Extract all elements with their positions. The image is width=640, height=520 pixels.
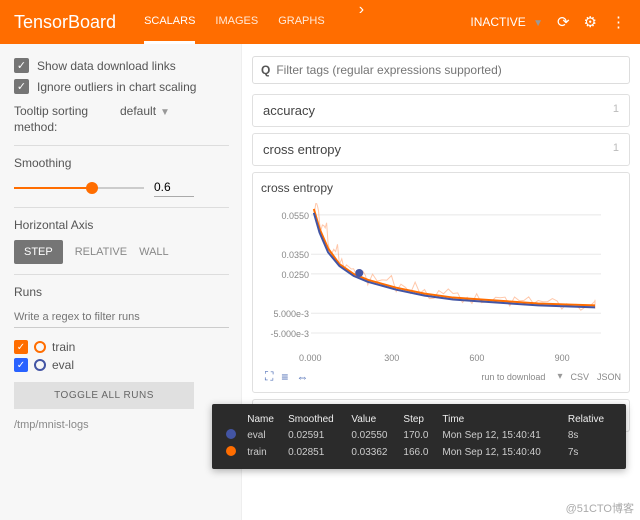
settings-icon[interactable]: ⚙ <box>584 13 597 31</box>
horiz-axis-label: Horizontal Axis <box>14 218 229 232</box>
panel-accuracy[interactable]: accuracy1 <box>252 94 630 127</box>
series-dot-icon <box>226 446 236 456</box>
chart-plot[interactable]: -5.000e-35.000e-30.02500.03500.05500.000… <box>261 197 601 367</box>
ignore-outliers-row[interactable]: ✓ Ignore outliers in chart scaling <box>14 79 229 94</box>
tooltip-row: eval0.02591 0.02550170.0 Mon Sep 12, 15:… <box>222 427 616 444</box>
chart-svg <box>311 201 601 351</box>
app-title: TensorBoard <box>14 12 116 33</box>
show-downloads-row[interactable]: ✓ Show data download links <box>14 58 229 73</box>
tooltip-sort-row: Tooltip sorting method: default▼ <box>14 104 229 135</box>
sidebar: ✓ Show data download links ✓ Ignore outlie… <box>0 44 242 520</box>
run-name: eval <box>52 358 74 372</box>
app-header: TensorBoard SCALARS IMAGES GRAPHS › INAC… <box>0 0 640 44</box>
dots-icon[interactable]: ⋮ <box>611 13 626 31</box>
runs-label: Runs <box>14 285 229 299</box>
reload-icon[interactable]: ⟳ <box>557 13 570 31</box>
run-radio[interactable] <box>34 359 46 371</box>
chart-title: cross entropy <box>261 181 621 195</box>
run-row-train: ✓ train <box>14 340 229 354</box>
run-checkbox[interactable]: ✓ <box>14 340 28 354</box>
horiz-axis-buttons: STEP RELATIVE WALL <box>14 240 229 264</box>
smoothing-label: Smoothing <box>14 156 229 170</box>
tab-images[interactable]: IMAGES <box>215 1 258 44</box>
json-link[interactable]: JSON <box>597 372 621 382</box>
show-downloads-label: Show data download links <box>37 59 176 73</box>
tooltip-table: NameSmoothed ValueStep TimeRelative eval… <box>222 412 616 461</box>
tab-graphs[interactable]: GRAPHS <box>278 1 324 44</box>
tab-scalars[interactable]: SCALARS <box>144 1 195 44</box>
log-path: /tmp/mnist-logs <box>14 419 229 431</box>
panel-cross-entropy[interactable]: cross entropy1 <box>252 133 630 166</box>
header-tabs: SCALARS IMAGES GRAPHS › <box>144 1 364 44</box>
run-row-eval: ✓ eval <box>14 358 229 372</box>
run-radio[interactable] <box>34 341 46 353</box>
tooltip-sort-label: Tooltip sorting method: <box>14 104 104 135</box>
horiz-wall-button[interactable]: WALL <box>139 246 169 258</box>
run-name: train <box>52 340 75 354</box>
chart-card: cross entropy -5.000e-35.000e-30.02500.0… <box>252 172 630 393</box>
series-dot-icon <box>226 429 236 439</box>
checkbox-icon: ✓ <box>14 79 29 94</box>
search-icon: Q <box>261 63 270 77</box>
chart-controls: ⛶ ≡ ⇔ run to download ▾ CSV JSON <box>261 369 621 384</box>
header-right: INACTIVE ▼ ⟳ ⚙ ⋮ <box>470 13 626 31</box>
tooltip-header-row: NameSmoothed ValueStep TimeRelative <box>222 412 616 427</box>
chart-tooltip: NameSmoothed ValueStep TimeRelative eval… <box>212 404 626 469</box>
horiz-relative-button[interactable]: RELATIVE <box>75 246 127 258</box>
ignore-outliers-label: Ignore outliers in chart scaling <box>37 80 196 94</box>
watermark: @51CTO博客 <box>566 500 634 516</box>
horiz-step-button[interactable]: STEP <box>14 240 63 264</box>
smoothing-slider[interactable] <box>14 181 144 195</box>
tooltip-sort-select[interactable]: default▼ <box>120 104 170 118</box>
csv-link[interactable]: CSV <box>570 372 589 382</box>
tag-filter[interactable]: Q <box>252 56 630 84</box>
tag-filter-input[interactable] <box>276 63 621 77</box>
divider <box>14 145 229 146</box>
inactive-dropdown[interactable]: INACTIVE ▼ <box>470 15 543 29</box>
divider <box>14 274 229 275</box>
resize-icon[interactable]: ⇔ <box>296 370 308 384</box>
chevron-down-icon[interactable]: ▾ <box>557 371 562 382</box>
runs-filter-input[interactable] <box>14 307 229 328</box>
tooltip-row: train0.02851 0.03362166.0 Mon Sep 12, 15… <box>222 444 616 461</box>
toggle-all-runs-button[interactable]: TOGGLE ALL RUNS <box>14 382 194 409</box>
expand-icon[interactable]: ⛶ <box>265 369 273 384</box>
divider <box>14 207 229 208</box>
run-download-label: run to download <box>481 372 545 382</box>
tabs-overflow-icon[interactable]: › <box>359 1 364 44</box>
checkbox-icon: ✓ <box>14 58 29 73</box>
smoothing-input[interactable] <box>154 178 194 197</box>
list-icon[interactable]: ≡ <box>281 370 288 384</box>
run-checkbox[interactable]: ✓ <box>14 358 28 372</box>
smoothing-row <box>14 178 229 197</box>
